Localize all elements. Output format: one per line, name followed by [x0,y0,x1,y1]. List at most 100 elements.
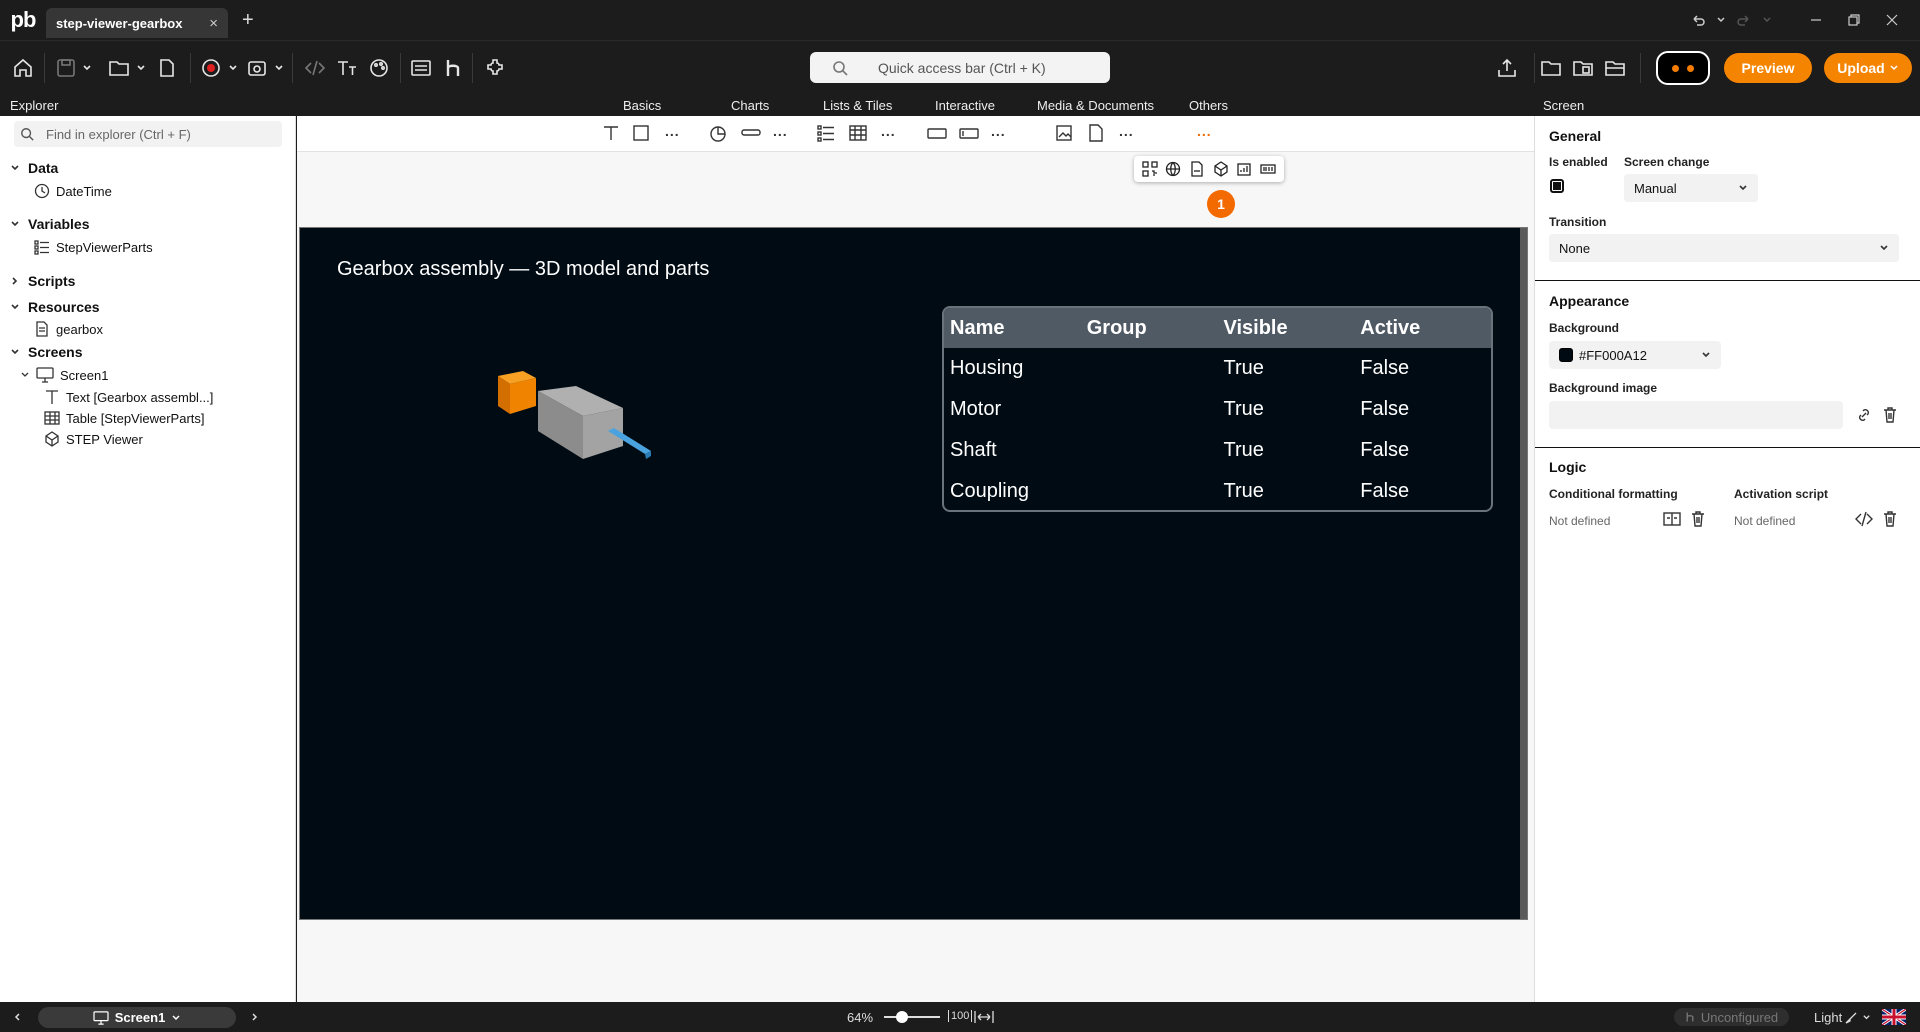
is-enabled-checkbox[interactable] [1550,179,1564,193]
table-header-active[interactable]: Active [1354,317,1491,340]
plugins-icon[interactable] [484,57,506,79]
restore-icon[interactable] [1848,14,1860,26]
redo-icon[interactable] [1736,12,1752,28]
save-icon[interactable] [56,58,76,78]
zoom-slider-thumb[interactable] [895,1011,908,1023]
tree-item-gearbox[interactable]: gearbox [34,321,103,337]
background-color-select[interactable]: #FF000A12 [1549,341,1721,369]
data-sources-icon[interactable] [410,58,432,78]
screen-title-text[interactable]: Gearbox assembly — 3D model and parts [337,258,709,281]
zoom-100-button[interactable]: 100 [948,1010,973,1022]
typography-icon[interactable] [336,58,358,78]
previous-screen-icon[interactable] [12,1012,22,1022]
qr-code-icon[interactable] [1142,161,1158,177]
gearbox-3d-model[interactable] [488,356,668,496]
screen-selector[interactable]: Screen1 [38,1007,236,1028]
palette-category-others[interactable]: Others [1189,98,1228,113]
tree-section-screens[interactable]: Screens [10,344,82,360]
new-tab-button[interactable]: + [242,9,254,32]
quick-access-bar[interactable]: Quick access bar (Ctrl + K) [810,52,1110,83]
media-more-icon[interactable]: ... [1119,123,1134,139]
text-component-icon[interactable] [602,124,620,142]
tree-item-screen1[interactable]: Screen1 [20,367,108,383]
bar-component-icon[interactable] [741,124,761,142]
close-tab-icon[interactable]: × [209,15,218,32]
preview-button[interactable]: Preview [1724,53,1812,83]
redo-history-chevron-icon[interactable] [1762,15,1772,25]
link-icon[interactable] [1855,406,1873,424]
tree-section-scripts[interactable]: Scripts [10,273,75,289]
barcode-icon[interactable] [1260,161,1276,177]
save-options-chevron-icon[interactable] [82,63,92,73]
open-options-chevron-icon[interactable] [136,63,146,73]
upload-button[interactable]: Upload [1824,53,1912,83]
palette-category-charts[interactable]: Charts [731,98,769,113]
tree-item-step-viewer[interactable]: STEP Viewer [44,431,143,447]
palette-category-basics[interactable]: Basics [623,98,661,113]
document-tab[interactable]: step-viewer-gearbox × [46,8,228,38]
connection-status-badge[interactable]: Unconfigured [1674,1008,1789,1026]
theme-chevron-icon[interactable] [1862,1013,1871,1022]
tree-item-text[interactable]: Text [Gearbox assembl...] [44,389,213,405]
input-component-icon[interactable] [959,124,979,142]
open-folder-icon[interactable] [108,58,130,78]
edit-formatting-icon[interactable] [1663,510,1681,528]
table-row[interactable]: Housing True False [944,348,1491,389]
record-options-chevron-icon[interactable] [228,63,238,73]
list-component-icon[interactable] [817,124,835,142]
rectangle-component-icon[interactable] [632,124,650,142]
edit-script-icon[interactable] [1855,510,1873,528]
app-settings-icon[interactable] [246,57,268,79]
project-folder-icon[interactable] [1540,58,1562,78]
screen-change-select[interactable]: Manual [1624,174,1758,202]
theme-palette-icon[interactable] [368,57,390,79]
screen-scrollbar[interactable] [1520,228,1527,919]
table-header-visible[interactable]: Visible [1218,317,1355,340]
new-document-icon[interactable] [158,58,176,78]
brush-icon[interactable] [1844,1011,1858,1025]
palette-category-lists[interactable]: Lists & Tiles [823,98,892,113]
tree-section-variables[interactable]: Variables [10,216,90,232]
delete-script-icon[interactable] [1881,510,1899,528]
tree-item-stepviewerparts[interactable]: StepViewerParts [34,239,153,255]
assistant-robot-icon[interactable] [1656,51,1710,85]
lists-more-icon[interactable]: ... [881,123,896,139]
output-folder-icon[interactable] [1604,58,1626,78]
zoom-slider[interactable] [884,1011,940,1023]
resources-folder-icon[interactable] [1572,58,1594,78]
home-icon[interactable] [12,57,34,79]
basics-more-icon[interactable]: ... [665,123,680,139]
screen-preview[interactable]: Gearbox assembly — 3D model and parts Na… [299,227,1528,920]
table-component-icon[interactable] [849,124,867,142]
palette-category-media[interactable]: Media & Documents [1037,98,1154,113]
table-row[interactable]: Coupling True False [944,471,1491,510]
table-header-group[interactable]: Group [1081,317,1218,340]
record-settings-icon[interactable] [200,57,222,79]
tree-section-data[interactable]: Data [10,160,58,176]
interactive-more-icon[interactable]: ... [991,123,1006,139]
pdf-component-icon[interactable] [1087,124,1105,142]
tree-item-datetime[interactable]: DateTime [34,183,112,199]
tree-section-resources[interactable]: Resources [10,299,100,315]
table-row[interactable]: Shaft True False [944,430,1491,471]
pie-chart-component-icon[interactable] [709,124,727,142]
transition-select[interactable]: None [1549,234,1899,262]
minimize-icon[interactable] [1810,14,1822,26]
hub-icon[interactable] [444,58,462,78]
theme-label[interactable]: Light [1814,1010,1842,1025]
undo-history-chevron-icon[interactable] [1716,15,1726,25]
language-flag-icon[interactable] [1882,1009,1906,1025]
others-more-icon[interactable]: ... [1197,123,1212,139]
parts-table[interactable]: Name Group Visible Active Housing True F… [942,306,1493,512]
tree-item-table[interactable]: Table [StepViewerParts] [44,410,205,426]
explorer-search-input[interactable]: Find in explorer (Ctrl + F) [14,121,282,147]
delete-formatting-icon[interactable] [1689,510,1707,528]
delete-background-image-icon[interactable] [1881,406,1899,424]
web-browser-icon[interactable] [1165,161,1181,177]
charts-more-icon[interactable]: ... [773,123,788,139]
next-screen-icon[interactable] [250,1012,260,1022]
close-window-icon[interactable] [1886,14,1898,26]
notification-badge[interactable]: 1 [1207,190,1235,218]
app-settings-chevron-icon[interactable] [274,63,284,73]
background-image-input[interactable] [1549,401,1843,429]
